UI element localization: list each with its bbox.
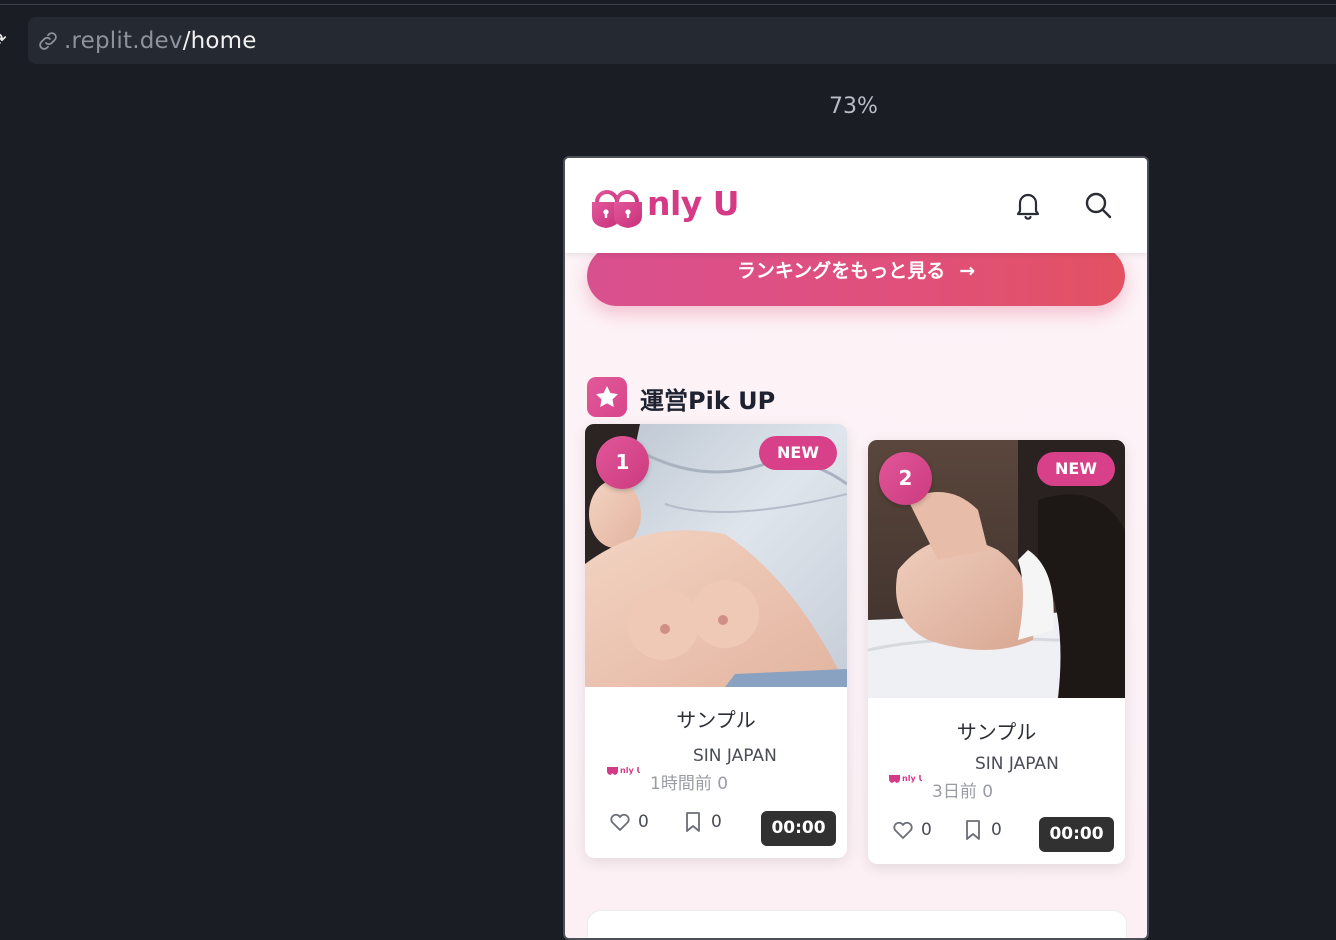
video-duration: 00:00 [1039,817,1114,852]
svg-text:nly U: nly U [620,766,640,775]
new-badge: NEW [759,436,837,470]
video-duration: 00:00 [761,811,836,846]
video-title[interactable]: サンプル [585,704,847,733]
creator-avatar[interactable]: nly U [888,769,922,785]
creator-avatar[interactable]: nly U [606,761,640,777]
bell-icon[interactable] [1013,189,1043,221]
bookmark-count: 0 [991,820,1002,840]
bookmark-icon [686,812,700,832]
star-icon [587,377,627,417]
svg-text:nly U: nly U [902,774,922,783]
reload-icon[interactable]: ⟳ [0,28,12,50]
video-card[interactable]: 2 NEW 00:00 サンプル nly U SIN JAPAN 3日前 0 0… [868,440,1125,864]
window-top-border [0,4,1336,5]
url-domain: .replit.dev [64,28,183,54]
more-ranking-label: ランキングをもっと見る [736,260,946,282]
arrow-right-icon: → [959,260,976,282]
new-badge: NEW [1037,452,1115,486]
like-count: 0 [921,820,932,840]
heart-icon [893,821,913,839]
zoom-level: 73% [829,94,878,119]
section-title: 運営Pik UP [640,387,776,415]
mobile-preview: ランキングをもっと見る → nly U 運営Pik UP 1 NEW 00:00… [563,156,1149,940]
video-card[interactable]: 1 NEW 00:00 サンプル nly U SIN JAPAN 1時間前 0 … [585,424,847,858]
logo-text: nly U [647,184,740,223]
heart-icon [610,813,630,831]
more-ranking-button[interactable]: ランキングをもっと見る → [587,246,1125,306]
creator-name[interactable]: SIN JAPAN [975,754,1059,774]
post-meta: 3日前 0 [932,782,994,802]
rank-badge: 1 [596,436,649,489]
like-count: 0 [638,812,649,832]
rank-badge: 2 [879,452,932,505]
app-header: nly U [565,158,1147,253]
search-icon[interactable] [1083,190,1113,220]
link-icon [39,32,57,50]
bookmark-count: 0 [711,812,722,832]
url-path: /home [182,28,257,54]
creator-name[interactable]: SIN JAPAN [693,746,777,766]
url-text[interactable]: .replit.dev/home [64,26,257,56]
next-section-card [587,910,1127,938]
post-meta: 1時間前 0 [650,774,729,794]
bookmark-icon [966,820,980,840]
video-title[interactable]: サンプル [868,716,1125,745]
